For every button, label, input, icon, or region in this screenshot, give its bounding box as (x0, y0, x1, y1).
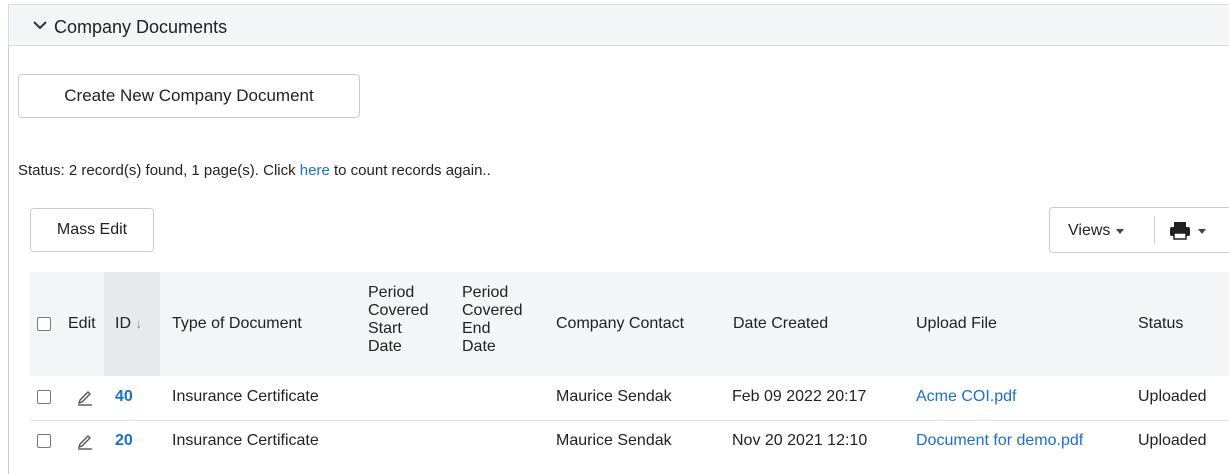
caret-down-icon (1198, 228, 1206, 234)
row-date-created: Nov 20 2021 12:10 (732, 432, 868, 449)
views-label: Views (1068, 222, 1111, 239)
row-type: Insurance Certificate (172, 432, 319, 449)
col-period-end-line: Date (462, 338, 496, 355)
row-id-link[interactable]: 20 (115, 432, 133, 450)
col-period-start-line: Period (368, 284, 415, 301)
select-all-checkbox[interactable] (37, 317, 51, 331)
col-period-end-line: Covered (462, 302, 523, 319)
create-new-company-document-button[interactable]: Create New Company Document (18, 74, 360, 118)
col-upload-file[interactable]: Upload File (916, 315, 997, 333)
panel-title: Company Documents (54, 17, 228, 37)
printer-icon (1170, 222, 1190, 240)
row-contact: Maurice Sendak (556, 432, 672, 449)
panel-header[interactable]: Company Documents (8, 4, 1229, 46)
status-suffix: to count records again.. (329, 162, 491, 179)
col-period-start-line: Date (368, 338, 402, 355)
mass-edit-button[interactable]: Mass Edit (30, 208, 154, 252)
row-checkbox[interactable] (37, 390, 51, 404)
col-date-created[interactable]: Date Created (733, 315, 828, 333)
count-records-link[interactable]: here (300, 162, 330, 179)
caret-down-icon (1116, 228, 1125, 234)
print-dropdown-button[interactable] (1168, 221, 1206, 241)
col-period-end-line: End (462, 320, 491, 337)
row-date-created: Feb 09 2022 20:17 (732, 388, 867, 405)
row-file-link[interactable]: Acme COI.pdf (916, 388, 1016, 406)
col-period-start[interactable]: Period Covered Start Date (368, 284, 428, 356)
col-period-end[interactable]: Period Covered End Date (462, 284, 522, 356)
col-id-label: ID (115, 315, 131, 332)
table-row: 40 Insurance Certificate Maurice Sendak … (30, 376, 1229, 416)
status-prefix: Status: 2 record(s) found, 1 page(s). Cl… (18, 162, 300, 179)
status-line: Status: 2 record(s) found, 1 page(s). Cl… (18, 162, 491, 179)
pencil-icon[interactable] (76, 430, 94, 450)
row-checkbox[interactable] (37, 434, 51, 448)
row-id-link[interactable]: 40 (115, 388, 133, 406)
pencil-icon[interactable] (76, 386, 94, 406)
sort-arrow-icon: ↓ (135, 316, 142, 331)
row-file-link[interactable]: Document for demo.pdf (916, 432, 1083, 450)
col-period-start-line: Covered (368, 302, 429, 319)
row-status: Uploaded (1138, 432, 1207, 449)
views-dropdown-button[interactable]: Views (1068, 222, 1125, 240)
col-edit: Edit (68, 315, 96, 332)
col-period-start-line: Start (368, 320, 402, 337)
row-contact: Maurice Sendak (556, 388, 672, 405)
row-status: Uploaded (1138, 388, 1207, 405)
col-period-end-line: Period (462, 284, 509, 301)
chevron-down-icon[interactable] (31, 15, 49, 35)
views-button-group: Views (1049, 207, 1229, 253)
row-type: Insurance Certificate (172, 388, 319, 405)
views-separator (1154, 216, 1155, 244)
col-status[interactable]: Status (1138, 315, 1183, 333)
col-id[interactable]: ID ↓ (115, 315, 142, 333)
table-row: 20 Insurance Certificate Maurice Sendak … (30, 420, 1229, 461)
col-type[interactable]: Type of Document (172, 315, 302, 333)
col-contact[interactable]: Company Contact (556, 315, 684, 333)
